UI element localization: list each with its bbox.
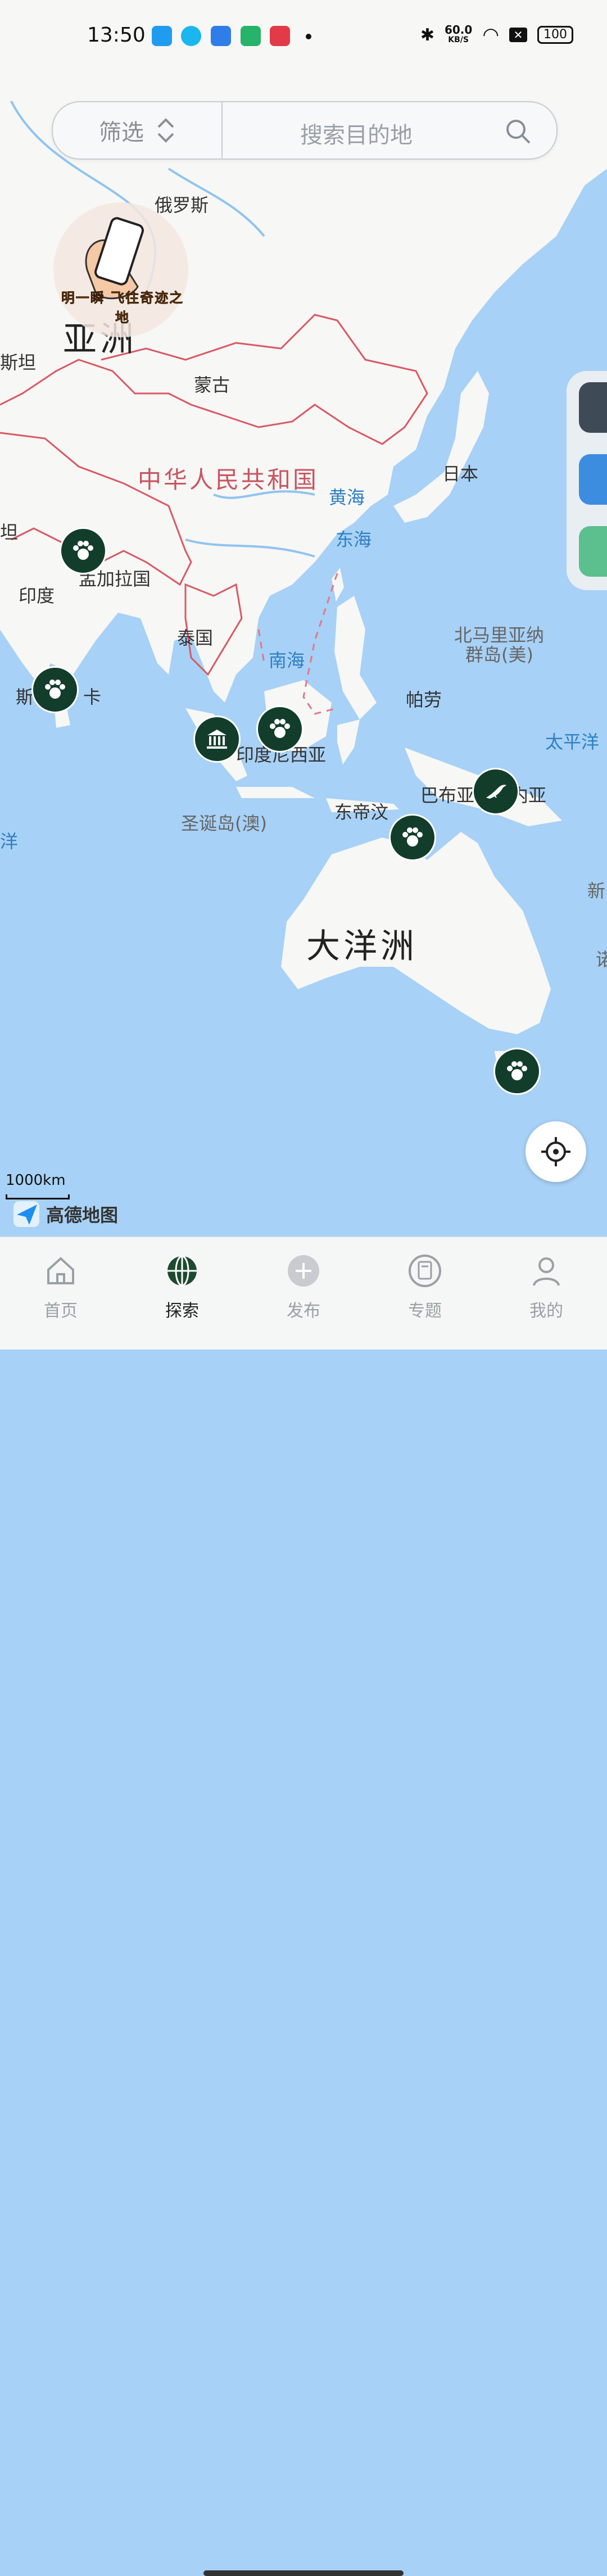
pin-paw-tasmania[interactable] — [493, 1048, 541, 1095]
tab-publish-label: 发布 — [287, 1301, 320, 1321]
sort-updown-icon — [157, 118, 174, 143]
network-speed: 60.0 KB/S — [444, 23, 473, 45]
status-right: ✱ 60.0 KB/S ◠ ✕ 100 — [420, 24, 573, 46]
telegram-icon — [152, 26, 172, 46]
map-scale: 1000km — [6, 1172, 70, 1199]
map-label-srilanka-right: 卡 — [83, 686, 102, 708]
pin-museum-sumatra[interactable] — [193, 716, 241, 763]
more-dot-icon — [306, 34, 311, 39]
sim-off-icon: ✕ — [509, 28, 527, 42]
user-icon — [533, 1257, 560, 1286]
map-label-china: 中华人民共和国 — [138, 466, 319, 494]
tab-home[interactable]: 首页 — [27, 1254, 94, 1321]
side-tool-button-3[interactable] — [579, 526, 607, 577]
map-label-stan: 斯坦 — [0, 352, 37, 373]
xiaohongshu-icon — [270, 26, 290, 46]
paw-icon — [73, 541, 93, 560]
map-label-india: 印度 — [19, 585, 55, 606]
search-icon[interactable] — [505, 118, 532, 145]
map-label-nuo: 诺 — [596, 949, 607, 970]
filter-label: 筛选 — [99, 120, 144, 146]
map-brand: 高德地图 — [12, 1200, 118, 1228]
tab-publish[interactable]: 发布 — [270, 1254, 337, 1321]
wifi-icon: ◠ — [482, 24, 499, 46]
map-label-pacific: 太平洋 — [545, 731, 600, 753]
map-label-south-sea: 南海 — [269, 650, 305, 671]
plus-icon — [288, 1255, 319, 1287]
map-scale-label: 1000km — [6, 1172, 66, 1189]
map-label-nmi-2: 群岛(美) — [465, 644, 533, 665]
home-icon — [47, 1257, 74, 1284]
paw-icon — [270, 719, 290, 738]
tab-mine[interactable]: 我的 — [513, 1254, 580, 1321]
network-speed-value: 60.0 — [444, 23, 473, 37]
pin-paw-borneo[interactable] — [256, 705, 304, 753]
status-bar: 13:50 ✱ 60.0 KB/S ◠ ✕ 100 — [0, 0, 607, 73]
paw-icon — [402, 827, 423, 846]
map-brand-label: 高德地图 — [46, 1205, 119, 1226]
map-label-east-sea: 东海 — [336, 529, 372, 550]
amap-logo-icon — [13, 1201, 39, 1227]
topic-icon — [409, 1255, 441, 1287]
shield-app-icon — [241, 26, 261, 46]
museum-icon — [207, 730, 227, 749]
map-label-yang: 洋 — [0, 831, 19, 852]
bird-icon — [486, 785, 506, 799]
pin-paw-india[interactable] — [60, 527, 107, 574]
map-scale-bar — [6, 1194, 70, 1199]
filter-button[interactable]: 筛选 — [53, 102, 223, 159]
bottom-tab-bar: 首页 探索 发布 专题 我的 — [0, 1237, 607, 2576]
tab-topics[interactable]: 专题 — [391, 1254, 459, 1321]
map-label-mongolia: 蒙古 — [194, 374, 230, 396]
side-tool-panel — [567, 371, 607, 590]
phone-hand-icon — [53, 202, 188, 337]
map-label-christmas: 圣诞岛(澳) — [181, 813, 267, 834]
bird-app-icon — [211, 26, 231, 46]
map-label-palau: 帕劳 — [406, 689, 442, 710]
tab-explore[interactable]: 探索 — [148, 1254, 216, 1321]
search-bar: 筛选 搜索目的地 — [52, 101, 558, 160]
map-label-japan: 日本 — [442, 463, 479, 485]
map-label-yellow-sea: 黄海 — [329, 487, 365, 508]
map-label-thailand: 泰国 — [177, 627, 214, 649]
network-speed-unit: KB/S — [448, 35, 469, 44]
locate-button[interactable] — [526, 1121, 586, 1182]
map-label-timor: 东帝汶 — [334, 802, 389, 823]
side-tool-button-1[interactable] — [579, 382, 607, 433]
paw-icon — [45, 680, 65, 699]
pin-bird-newguinea[interactable] — [472, 768, 519, 815]
paw-icon — [507, 1061, 527, 1080]
crosshair-icon — [541, 1137, 570, 1166]
tab-topics-label: 专题 — [408, 1301, 442, 1321]
search-input[interactable]: 搜索目的地 — [300, 117, 413, 150]
battery-indicator: 100 — [537, 26, 573, 44]
tab-explore-label: 探索 — [165, 1301, 199, 1321]
pin-paw-darwin[interactable] — [389, 814, 436, 861]
map-label-oceania: 大洋洲 — [306, 927, 418, 966]
map-label-tan: 坦 — [0, 522, 19, 543]
promo-badge[interactable]: 明一瞬 飞往奇迹之地 — [48, 202, 194, 348]
tab-mine-label: 我的 — [529, 1301, 563, 1321]
tab-home-label: 首页 — [44, 1301, 78, 1321]
side-tool-button-2[interactable] — [579, 454, 607, 505]
globe-icon — [167, 1255, 197, 1287]
bluetooth-icon: ✱ — [420, 25, 434, 45]
map-view[interactable]: 俄罗斯 亚洲 斯坦 蒙古 中华人民共和国 黄海 东海 日本 坦 孟加拉国 印度 … — [0, 0, 607, 1237]
status-time: 13:50 — [87, 24, 146, 47]
qq-icon — [181, 26, 201, 46]
home-indicator[interactable] — [203, 2570, 404, 2576]
pin-paw-srilanka[interactable] — [31, 666, 79, 713]
promo-badge-text: 明一瞬 飞往奇迹之地 — [61, 290, 184, 326]
map-label-xin: 新 — [587, 880, 606, 902]
